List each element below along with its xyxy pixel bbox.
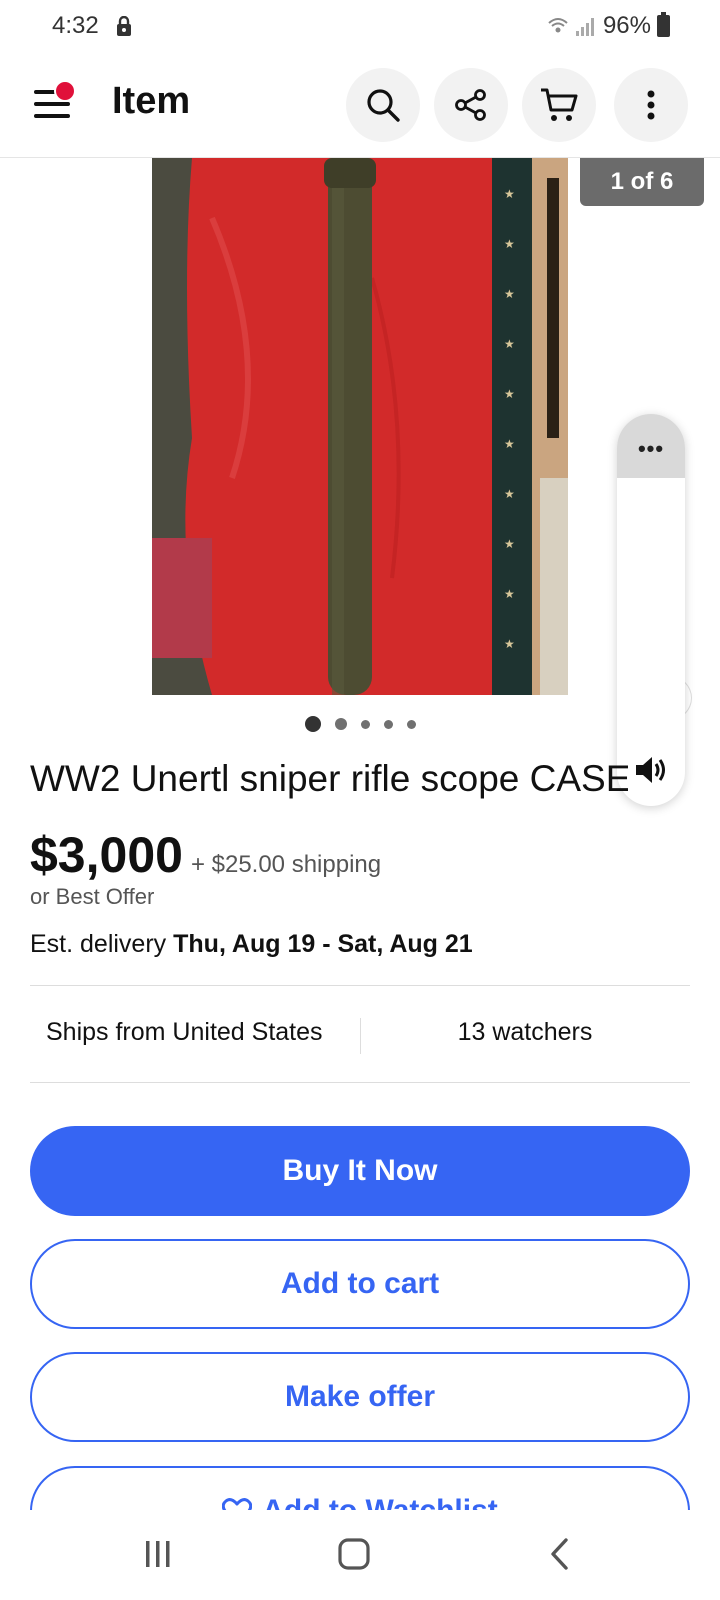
signal-icon	[575, 18, 594, 36]
share-icon	[455, 89, 486, 121]
svg-text:★: ★	[504, 437, 515, 451]
watchers-count: 13 watchers	[457, 1018, 593, 1046]
add-to-cart-button[interactable]: Add to cart	[30, 1239, 690, 1329]
home-button[interactable]	[324, 1532, 384, 1576]
gallery-pagination[interactable]	[0, 716, 720, 732]
item-title: WW2 Unertl sniper rifle scope CASE	[30, 758, 628, 799]
lock-icon	[117, 16, 131, 36]
pagination-dot[interactable]	[304, 716, 321, 732]
battery-level: 96%	[602, 12, 651, 39]
svg-text:★: ★	[504, 537, 515, 551]
page-title: Item	[112, 80, 191, 122]
status-time: 4:32	[52, 12, 99, 39]
status-bar: 4:32 96%	[0, 0, 720, 56]
search-icon	[367, 89, 400, 122]
image-gallery[interactable]: ★ ★ ★ ★ ★ ★ ★ ★ ★ ★ 1 of 6	[0, 158, 720, 698]
svg-text:★: ★	[504, 337, 515, 351]
svg-text:★: ★	[504, 587, 515, 601]
home-icon	[338, 1538, 370, 1570]
delivery-dates: Thu, Aug 19 - Sat, Aug 21	[173, 930, 473, 958]
app-header: Item	[0, 56, 720, 158]
system-nav-bar	[0, 1510, 720, 1600]
svg-text:★: ★	[504, 487, 515, 501]
more-options-button[interactable]	[614, 68, 688, 142]
menu-button[interactable]	[30, 80, 78, 130]
search-button[interactable]	[346, 68, 420, 142]
pagination-dot[interactable]	[360, 719, 370, 729]
recent-apps-button[interactable]	[128, 1532, 188, 1576]
pagination-dot[interactable]	[383, 719, 393, 729]
status-indicators: 96%	[547, 12, 670, 40]
svg-text:★: ★	[504, 637, 515, 651]
pagination-dot[interactable]	[334, 718, 347, 730]
image-counter: 1 of 6	[580, 158, 704, 206]
floating-media-panel[interactable]: •••	[617, 414, 685, 806]
buy-it-now-button[interactable]: Buy It Now	[30, 1126, 690, 1216]
price-row: $3,000 + $25.00 shipping	[30, 826, 381, 884]
recent-apps-icon	[146, 1541, 170, 1567]
svg-text:★: ★	[504, 387, 515, 401]
wifi-icon	[548, 18, 568, 33]
item-price: $3,000	[30, 827, 183, 883]
estimated-delivery: Est. delivery Thu, Aug 19 - Sat, Aug 21	[30, 930, 473, 959]
share-button[interactable]	[434, 68, 508, 142]
more-horizontal-icon[interactable]: •••	[617, 436, 685, 462]
shipping-cost: + $25.00 shipping	[190, 851, 382, 878]
svg-text:★: ★	[504, 237, 515, 251]
battery-icon	[657, 12, 670, 37]
shipping-info-row: Ships from United States 13 watchers	[30, 985, 690, 1083]
more-vertical-icon	[647, 90, 655, 120]
svg-text:★: ★	[504, 187, 515, 201]
product-photo[interactable]: ★ ★ ★ ★ ★ ★ ★ ★ ★ ★	[152, 158, 568, 695]
ships-from: Ships from United States	[46, 1018, 323, 1046]
cart-icon	[541, 88, 578, 121]
best-offer-label: or Best Offer	[30, 884, 155, 909]
back-button[interactable]	[530, 1532, 590, 1576]
notification-badge	[54, 80, 76, 102]
make-offer-button[interactable]: Make offer	[30, 1352, 690, 1442]
back-icon	[551, 1538, 568, 1570]
cart-button[interactable]	[522, 68, 596, 142]
speaker-icon[interactable]	[633, 752, 669, 788]
pagination-dot[interactable]	[406, 719, 416, 729]
delivery-label: Est. delivery	[30, 930, 167, 958]
svg-text:★: ★	[504, 287, 515, 301]
